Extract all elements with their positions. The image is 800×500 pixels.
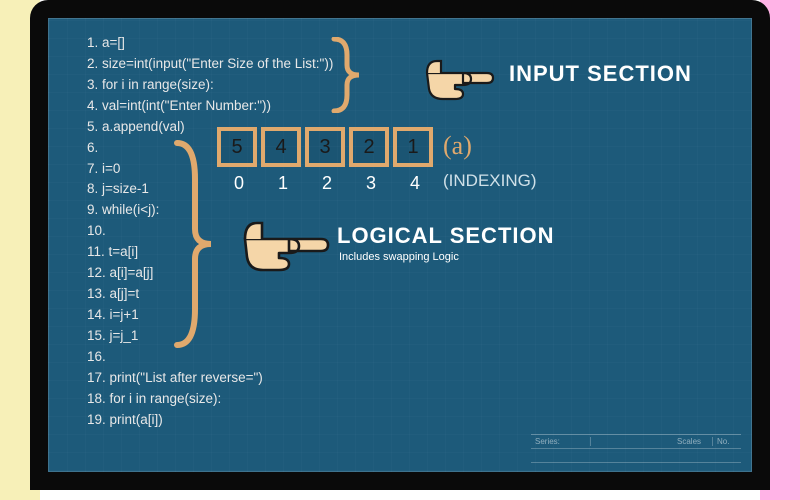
screen: 1. a=[] 2. size=int(input("Enter Size of…: [48, 18, 752, 472]
code-line: 3. for i in range(size):: [87, 75, 333, 96]
monitor-bezel: 1. a=[] 2. size=int(input("Enter Size of…: [30, 0, 770, 490]
index-label: 2: [305, 173, 349, 194]
array-cell: 4: [261, 127, 301, 167]
code-line: 19. print(a[i]): [87, 410, 333, 431]
array-diagram: 5 4 3 2 1: [217, 127, 433, 167]
brace-icon: [171, 139, 221, 349]
brace-icon: [329, 37, 369, 113]
index-label: 0: [217, 173, 261, 194]
code-line: 2. size=int(input("Enter Size of the Lis…: [87, 54, 333, 75]
array-cell: 5: [217, 127, 257, 167]
input-section-label: INPUT SECTION: [509, 61, 692, 87]
title-block-scales: Scales: [673, 437, 713, 446]
array-cell: 1: [393, 127, 433, 167]
array-cell: 3: [305, 127, 345, 167]
code-line: 16.: [87, 347, 333, 368]
code-line: 17. print("List after reverse="): [87, 368, 333, 389]
indexing-label: (INDEXING): [443, 171, 537, 191]
index-row: 0 1 2 3 4: [217, 173, 437, 194]
pointing-hand-icon: [421, 49, 497, 105]
array-cell: 2: [349, 127, 389, 167]
logical-section-label: LOGICAL SECTION: [337, 223, 555, 249]
code-line: 4. val=int(int("Enter Number:")): [87, 96, 333, 117]
logical-section-sublabel: Includes swapping Logic: [339, 251, 459, 263]
pointing-hand-icon: [237, 209, 331, 279]
blueprint-title-block: Series: Scales No.: [531, 434, 741, 463]
code-line: 18. for i in range(size):: [87, 389, 333, 410]
index-label: 4: [393, 173, 437, 194]
index-label: 3: [349, 173, 393, 194]
array-name-label: (a): [443, 131, 472, 161]
code-line: 1. a=[]: [87, 33, 333, 54]
title-block-series: Series:: [531, 437, 591, 446]
index-label: 1: [261, 173, 305, 194]
title-block-no: No.: [713, 437, 741, 446]
